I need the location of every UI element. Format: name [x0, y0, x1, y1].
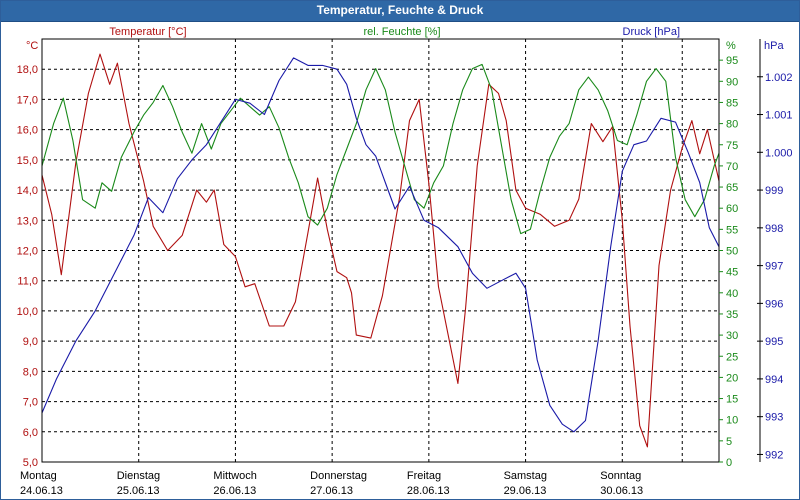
- humidity-tick-label: 5: [726, 436, 732, 448]
- temperature-tick-label: 14,0: [17, 185, 38, 197]
- temperature-tick-label: 12,0: [17, 246, 38, 258]
- humidity-tick-label: 55: [726, 224, 738, 236]
- x-tick-date: 27.06.13: [310, 485, 353, 497]
- temperature-tick-label: 9,0: [23, 336, 38, 348]
- pressure-tick-label: 992: [765, 449, 783, 461]
- x-tick-day: Sonntag: [600, 470, 641, 482]
- humidity-tick-label: 35: [726, 309, 738, 321]
- temperature-tick-label: 7,0: [23, 397, 38, 409]
- humidity-unit: %: [726, 40, 736, 52]
- temperature-tick-label: 10,0: [17, 306, 38, 318]
- humidity-tick-label: 85: [726, 97, 738, 109]
- temperature-tick-label: 17,0: [17, 94, 38, 106]
- humidity-tick-label: 10: [726, 415, 738, 427]
- pressure-tick-label: 996: [765, 298, 783, 310]
- temperature-axis-label: Temperatur [°C]: [109, 26, 186, 38]
- temperature-tick-label: 18,0: [17, 64, 38, 76]
- humidity-tick-label: 75: [726, 140, 738, 152]
- pressure-tick-label: 994: [765, 374, 783, 386]
- humidity-tick-label: 90: [726, 76, 738, 88]
- x-tick-date: 25.06.13: [117, 485, 160, 497]
- temperature-tick-label: 8,0: [23, 366, 38, 378]
- temperature-tick-label: 5,0: [23, 457, 38, 469]
- pressure-unit: hPa: [764, 40, 784, 52]
- pressure-tick-label: 995: [765, 336, 783, 348]
- x-tick-date: 30.06.13: [600, 485, 643, 497]
- axis-labels: 5,0 6,0 7,0 8,0 9,0 10,0 11,0 12,0 13,0 14,0 15,0 1…: [17, 26, 793, 497]
- humidity-tick-label: 15: [726, 394, 738, 406]
- x-tick-date: 24.06.13: [20, 485, 63, 497]
- humidity-tick-label: 50: [726, 246, 738, 258]
- x-tick-day: Freitag: [407, 470, 441, 482]
- pressure-tick-label: 997: [765, 261, 783, 273]
- humidity-tick-label: 0: [726, 457, 732, 469]
- humidity-tick-label: 30: [726, 330, 738, 342]
- weather-chart: 5,0 6,0 7,0 8,0 9,0 10,0 11,0 12,0 13,0 14,0 15,0 1…: [17, 26, 793, 497]
- x-tick-day: Dienstag: [117, 470, 160, 482]
- series-line-humidity: [41, 63, 720, 235]
- pressure-tick-label: 998: [765, 223, 783, 235]
- humidity-tick-label: 65: [726, 182, 738, 194]
- humidity-axis-label: rel. Feuchte [%]: [363, 26, 440, 38]
- humidity-tick-label: 70: [726, 161, 738, 173]
- x-tick-date: 28.06.13: [407, 485, 450, 497]
- humidity-tick-label: 45: [726, 267, 738, 279]
- temperature-tick-label: 15,0: [17, 155, 38, 167]
- x-tick-date: 29.06.13: [504, 485, 547, 497]
- humidity-tick-label: 20: [726, 372, 738, 384]
- humidity-tick-label: 40: [726, 288, 738, 300]
- humidity-tick-label: 80: [726, 119, 738, 131]
- pressure-tick-label: 1.002: [765, 72, 793, 84]
- temperature-tick-label: 13,0: [17, 215, 38, 227]
- pressure-axis-label: Druck [hPa]: [623, 26, 680, 38]
- x-tick-day: Montag: [20, 470, 57, 482]
- humidity-tick-label: 25: [726, 351, 738, 363]
- x-tick-day: Donnerstag: [310, 470, 367, 482]
- temperature-tick-label: 16,0: [17, 125, 38, 137]
- pressure-tick-label: 1.001: [765, 110, 793, 122]
- temperature-unit: °C: [26, 40, 38, 52]
- x-tick-day: Samstag: [504, 470, 547, 482]
- humidity-tick-label: 95: [726, 55, 738, 67]
- series-line-pressure: [41, 57, 720, 433]
- pressure-tick-label: 993: [765, 412, 783, 424]
- grid: [42, 39, 719, 463]
- pressure-tick-label: 1.000: [765, 147, 793, 159]
- humidity-tick-label: 60: [726, 203, 738, 215]
- temperature-tick-label: 11,0: [17, 276, 38, 288]
- temperature-tick-label: 6,0: [23, 427, 38, 439]
- x-tick-date: 26.06.13: [213, 485, 256, 497]
- x-tick-day: Mittwoch: [213, 470, 256, 482]
- pressure-tick-label: 999: [765, 185, 783, 197]
